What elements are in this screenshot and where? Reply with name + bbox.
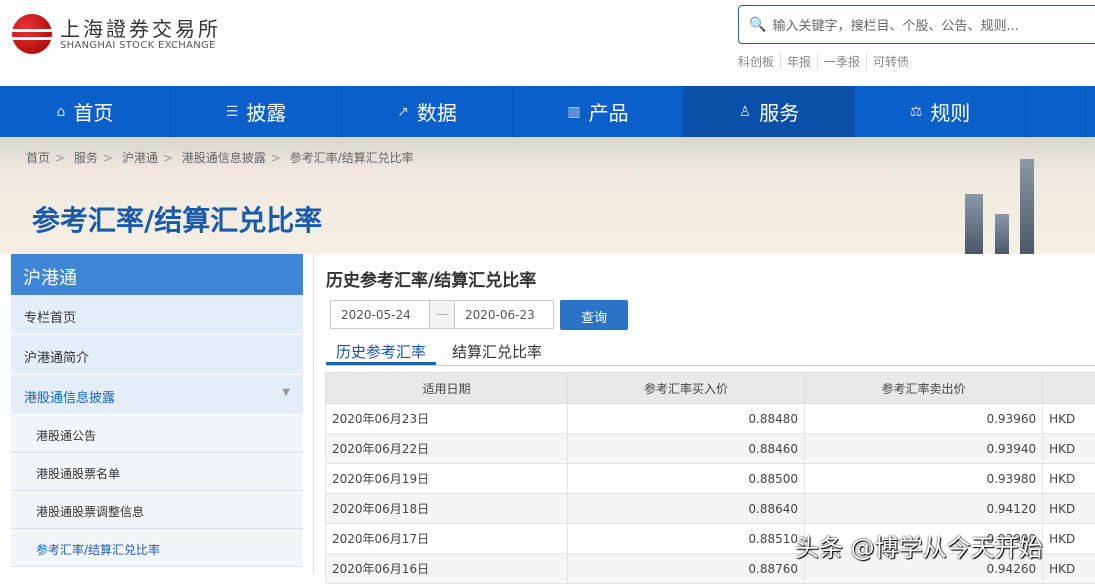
hot-links: 科创板 年报 一季报 可转债 [738,53,915,70]
nav-more[interactable] [1026,86,1086,137]
chart-icon: ↗ [397,104,409,120]
date-range: 2020-05-24 — 2020-06-23 查询 [330,300,628,330]
table-cell: 0.93980 [805,464,1043,494]
page-title: 参考汇率/结算汇兑比率 [32,199,322,239]
breadcrumb-item[interactable]: 沪港通 [122,151,158,165]
table-cell: 0.93940 [805,434,1043,464]
sidebar-item-label: 港股通信息披露 [24,387,115,402]
table-cell: 0.88460 [567,434,804,464]
breadcrumb-item[interactable]: 首页 [26,151,50,165]
hot-link[interactable]: 年报 [780,53,817,70]
tab-settlement-rate[interactable]: 结算汇兑比率 [442,338,552,365]
table-cell: 0.88510 [567,524,804,554]
table-cell: 2020年06月23日 [326,404,568,434]
table-cell: 2020年06月19日 [326,464,568,494]
section-title: 历史参考汇率/结算汇兑比率 [326,266,536,291]
table-cell: HKD [1043,494,1095,524]
hot-link[interactable]: 科创板 [738,53,780,70]
logo-mark-icon [12,14,52,54]
table-cell: HKD [1043,524,1095,554]
sidebar-subitem[interactable]: 港股通股票名单 [11,453,303,491]
nav-services[interactable]: ♙ 服务 [684,86,855,137]
search-input[interactable]: 🔍 输入关键字，搜栏目、个股、公告、规则... [738,5,1095,44]
nav-label: 披露 [246,97,286,126]
table-cell: 0.88480 [567,404,804,434]
bar-chart-icon: ▥ [567,104,580,120]
scale-icon: ⚖ [910,104,923,120]
banner: 首页> 服务> 沪港通> 港股通信息披露> 参考汇率/结算汇兑比率 参考汇率/结… [0,137,1095,254]
table-cell: 2020年06月16日 [326,554,568,584]
home-icon: ⌂ [57,104,66,120]
sidebar-item[interactable]: 专栏首页 [11,295,303,335]
table-row: 2020年06月23日0.884800.93960HKD [326,404,1095,434]
logo-cn: 上海證券交易所 [60,18,221,40]
nav-label: 规则 [930,97,970,126]
sidebar-title: 沪港通 [11,254,303,295]
sidebar-subitem-active[interactable]: 参考汇率/结算汇兑比率 [11,529,303,567]
header: 上海證券交易所 SHANGHAI STOCK EXCHANGE 🔍 输入关键字，… [0,0,1095,86]
table-cell: HKD [1043,434,1095,464]
watermark: 头条 @博学从今天开始 [795,528,1043,563]
hot-link[interactable]: 可转债 [866,53,915,70]
column-header: 适用日期 [326,373,568,404]
sidebar-item-label: 沪港通简介 [24,347,89,362]
table-cell: 2020年06月22日 [326,434,568,464]
table-cell: 0.88500 [567,464,804,494]
document-icon: ☰ [226,104,239,120]
table-cell: 0.88760 [567,554,804,584]
sidebar-item-expanded[interactable]: 港股通信息披露 ▼ [11,375,303,415]
search-placeholder: 输入关键字，搜栏目、个股、公告、规则... [772,15,1018,34]
nav-home[interactable]: ⌂ 首页 [0,86,171,137]
nav-label: 产品 [589,97,629,126]
range-separator: — [430,300,454,329]
sidebar-item-label: 专栏首页 [24,307,76,322]
end-date-input[interactable]: 2020-06-23 [454,300,554,329]
sidebar-subitem[interactable]: 港股通公告 [11,415,303,453]
table-cell: HKD [1043,554,1095,584]
table-row: 2020年06月22日0.884600.93940HKD [326,434,1095,464]
main-panel: 历史参考汇率/结算汇兑比率 2020-05-24 — 2020-06-23 查询… [313,254,1095,574]
nav-label: 数据 [417,97,457,126]
nav-rules[interactable]: ⚖ 规则 [855,86,1026,137]
sidebar-item[interactable]: 沪港通简介 [11,335,303,375]
breadcrumb-item[interactable]: 港股通信息披露 [182,151,266,165]
sidebar-subitem[interactable]: 港股通股票调整信息 [11,491,303,529]
table-row: 2020年06月19日0.885000.93980HKD [326,464,1095,494]
column-header: 参考汇率卖出价 [805,373,1043,404]
breadcrumb: 首页> 服务> 沪港通> 港股通信息披露> 参考汇率/结算汇兑比率 [26,149,414,166]
column-header: 参考汇率买入价 [567,373,804,404]
user-icon: ♙ [739,104,752,120]
table-cell: 2020年06月18日 [326,494,568,524]
nav-disclosure[interactable]: ☰ 披露 [171,86,342,137]
logo-en: SHANGHAI STOCK EXCHANGE [60,40,221,51]
table-cell: 0.88640 [567,494,804,524]
start-date-input[interactable]: 2020-05-24 [330,300,430,329]
caret-down-icon: ▼ [282,387,290,402]
nav-products[interactable]: ▥ 产品 [513,86,684,137]
tab-history-rate[interactable]: 历史参考汇率 [326,338,436,365]
nav-label: 首页 [73,97,113,126]
main-nav: ⌂ 首页 ☰ 披露 ↗ 数据 ▥ 产品 ♙ 服务 ⚖ 规则 [0,86,1095,137]
nav-label: 服务 [759,97,799,126]
search-icon: 🔍 [749,17,766,33]
sse-logo[interactable]: 上海證券交易所 SHANGHAI STOCK EXCHANGE [12,14,221,54]
skyline-image [965,159,1055,254]
table-cell: 0.94120 [805,494,1043,524]
query-button[interactable]: 查询 [560,300,628,330]
tabs: 历史参考汇率 结算汇兑比率 [326,338,1095,366]
breadcrumb-item: 参考汇率/结算汇兑比率 [290,151,414,165]
breadcrumb-item[interactable]: 服务 [74,151,98,165]
table-cell: HKD [1043,404,1095,434]
table-row: 2020年06月18日0.886400.94120HKD [326,494,1095,524]
table-cell: 2020年06月17日 [326,524,568,554]
table-cell: 0.93960 [805,404,1043,434]
table-cell: HKD [1043,464,1095,494]
nav-data[interactable]: ↗ 数据 [342,86,513,137]
sidebar: 沪港通 专栏首页 沪港通简介 港股通信息披露 ▼ 港股通公告 港股通股票名单 港股… [11,254,303,567]
hot-link[interactable]: 一季报 [817,53,866,70]
column-header [1043,373,1095,404]
